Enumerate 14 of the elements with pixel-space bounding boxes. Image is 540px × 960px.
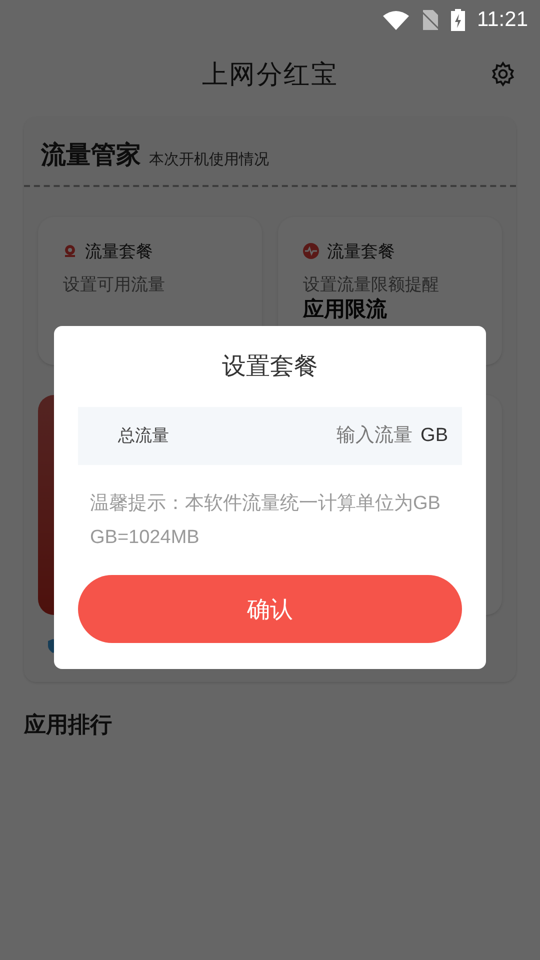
tile-title: 流量套餐 bbox=[85, 240, 153, 262]
ranking-title: 应用排行 bbox=[24, 711, 113, 739]
tile-description: 设置可用流量 bbox=[63, 274, 166, 296]
card-title: 流量管家 bbox=[41, 140, 141, 171]
tile-extra: 应用限流 bbox=[303, 298, 388, 322]
app-title: 上网分红宝 bbox=[202, 58, 338, 90]
tile-description: 设置流量限额提醒 bbox=[303, 274, 440, 296]
hint-text: GB=1024MB bbox=[90, 526, 200, 550]
tile-title: 流量套餐 bbox=[327, 240, 395, 262]
card-subtitle: 本次开机使用情况 bbox=[149, 150, 269, 170]
unit-label: GB bbox=[420, 424, 448, 448]
hint-text: 温馨提示：本软件流量统一计算单位为GB bbox=[90, 492, 442, 516]
field-label: 总流量 bbox=[118, 425, 169, 448]
status-time: 11:21 bbox=[477, 7, 528, 34]
